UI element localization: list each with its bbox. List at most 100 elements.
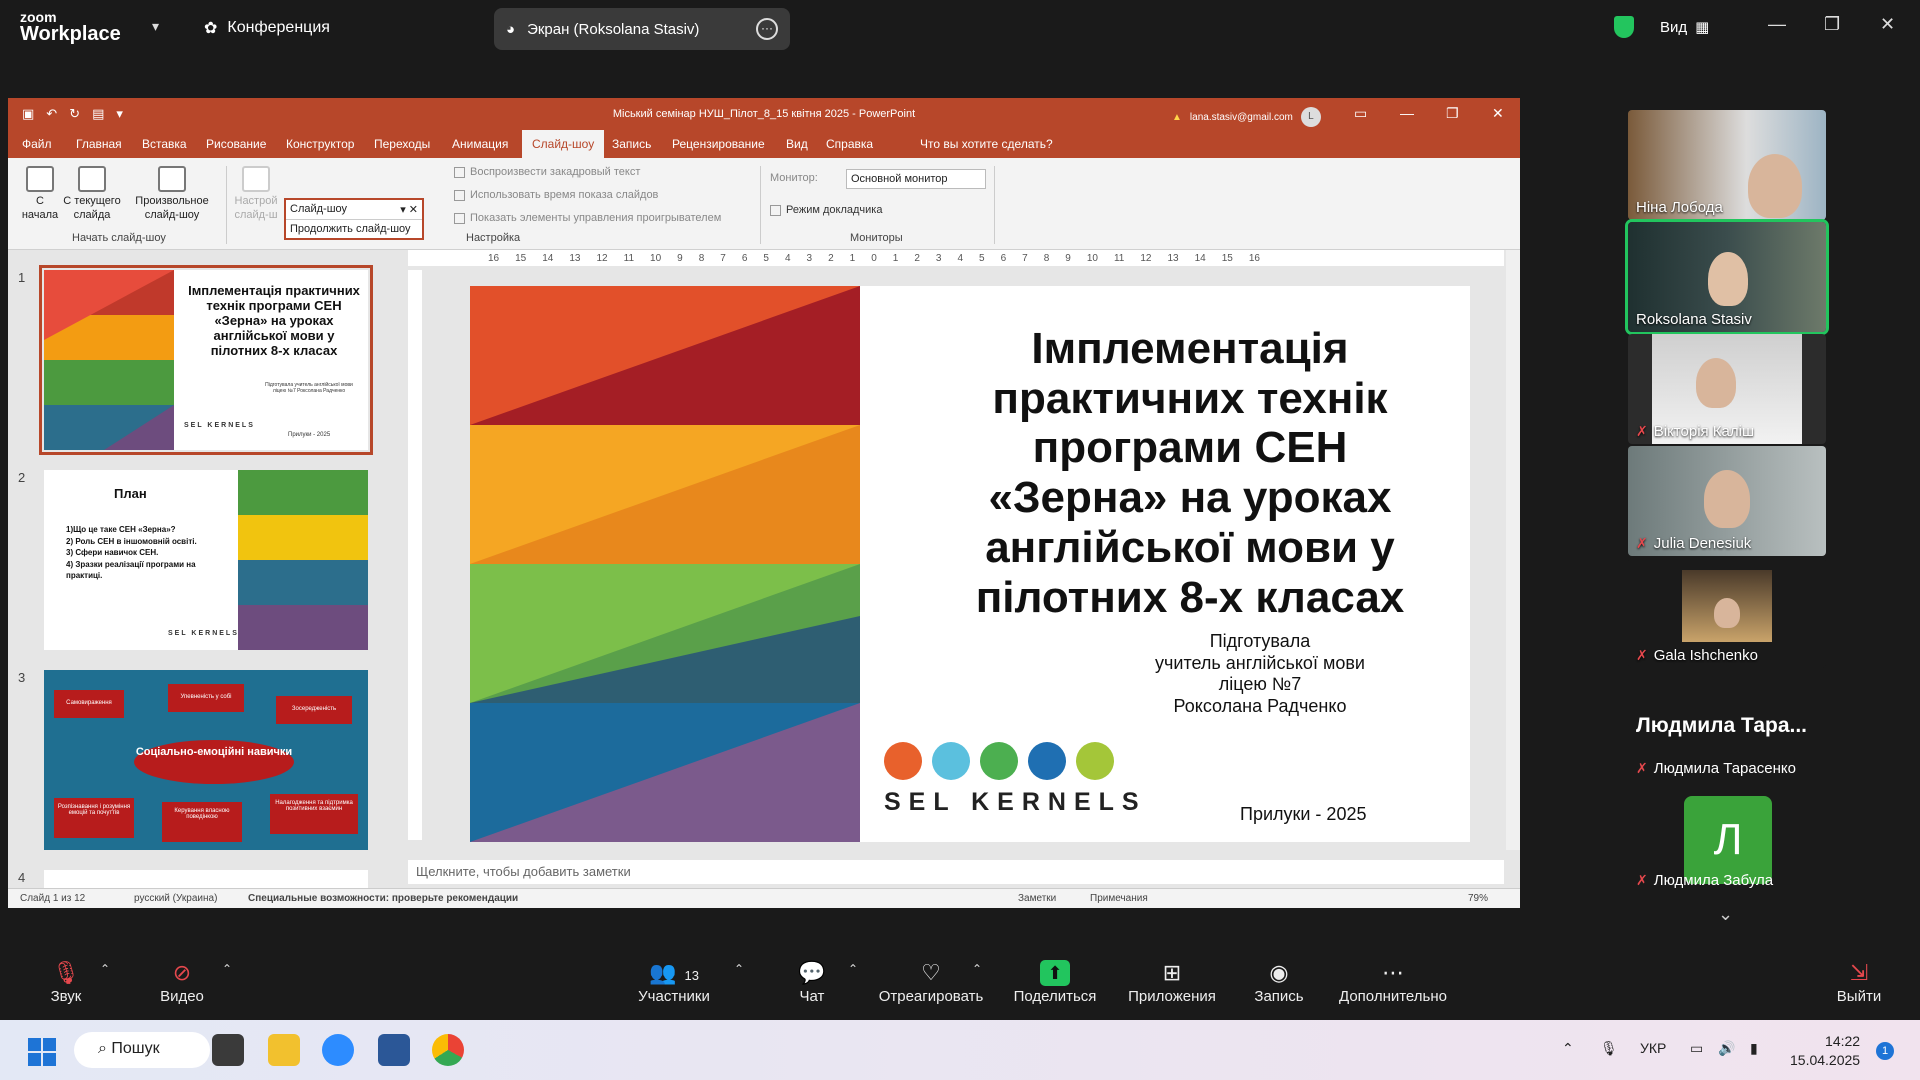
participant-tile-active[interactable]: Roksolana Stasiv	[1625, 219, 1829, 335]
tab-record[interactable]: Запись	[612, 137, 651, 151]
close-button[interactable]: ✕	[1880, 14, 1895, 35]
windows-start-icon[interactable]	[28, 1038, 56, 1066]
tell-me-search[interactable]: Что вы хотите сделать?	[920, 137, 1053, 151]
setup-show-button[interactable]: Настрой слайд-ш	[234, 166, 278, 223]
task-view-icon[interactable]	[212, 1034, 244, 1066]
leave-button[interactable]: ⇲ Выйти	[1834, 958, 1884, 1005]
thumb1-small: Підготувала учитель англійської мови ліц…	[265, 382, 353, 394]
chevron-up-icon[interactable]: ⌃	[100, 962, 110, 976]
volume-icon[interactable]: 🔊	[1718, 1040, 1735, 1057]
custom-show-button[interactable]: Произвольное слайд-шоу	[128, 166, 216, 223]
tab-slideshow[interactable]: Слайд-шоу	[522, 130, 605, 158]
tab-help[interactable]: Справка	[826, 137, 873, 151]
warning-icon: ▲	[1172, 111, 1182, 123]
chat-button[interactable]: 💬 Чат ⌃	[794, 958, 858, 1005]
security-shield-icon[interactable]	[1614, 16, 1634, 38]
dropdown-item-resume[interactable]: Продолжить слайд-шоу	[286, 220, 422, 238]
presenter-view-checkbox[interactable]: Режим докладчика	[770, 204, 882, 216]
chevron-up-icon[interactable]: ⌃	[222, 962, 232, 976]
participant-tile[interactable]: ✗ Вікторія Каліш	[1628, 334, 1826, 444]
thumbnail-slide-2[interactable]: План 1)Що це таке СЕН «Зерна»? 2) Роль С…	[44, 470, 368, 650]
status-comments-button[interactable]: Примечания	[1090, 893, 1148, 904]
tab-insert[interactable]: Вставка	[142, 137, 187, 151]
thumb-number: 3	[18, 670, 26, 685]
battery-icon[interactable]: ▮	[1750, 1040, 1758, 1057]
thumbnail-slide-3[interactable]: Соціально-емоційні навички Самовираження…	[44, 670, 368, 850]
tab-animation[interactable]: Анимация	[452, 137, 508, 151]
ppt-minimize-button[interactable]: —	[1400, 105, 1414, 121]
restore-button[interactable]: ❐	[1824, 14, 1840, 35]
record-button[interactable]: ◉ Запись	[1252, 958, 1306, 1005]
status-notes-button[interactable]: Заметки	[1018, 893, 1056, 904]
video-button[interactable]: ⊘ Видео ⌃	[158, 958, 232, 1005]
minimize-button[interactable]: —	[1768, 14, 1786, 35]
tab-design[interactable]: Конструктор	[286, 137, 354, 151]
chk-narration[interactable]: Воспроизвести закадровый текст	[454, 166, 640, 178]
chk-timings[interactable]: Использовать время показа слайдов	[454, 189, 658, 201]
status-slide-count: Слайд 1 из 12	[20, 893, 86, 904]
tab-view[interactable]: Вид	[786, 137, 808, 151]
status-accessibility[interactable]: Специальные возможности: проверьте реком…	[248, 893, 518, 904]
chevron-down-icon[interactable]: ▾	[152, 18, 159, 35]
monitor-select[interactable]: Основной монитор	[846, 169, 986, 189]
word-app-icon[interactable]	[378, 1034, 410, 1066]
participant-tile[interactable]: ✗ Gala Ishchenko	[1628, 558, 1826, 668]
tab-draw[interactable]: Рисование	[206, 137, 266, 151]
thumbnail-slide-1[interactable]: Імплементація практичних технік програми…	[39, 265, 373, 455]
tab-review[interactable]: Рецензирование	[672, 137, 765, 151]
ruler-tick: 3	[935, 252, 942, 264]
close-icon[interactable]: ▾ ✕	[400, 203, 418, 216]
thumbnail-slide-4[interactable]	[44, 870, 368, 888]
taskbar-clock[interactable]: 14:22 15.04.2025	[1790, 1032, 1860, 1070]
share-button[interactable]: ⬆ Поделиться	[1012, 958, 1098, 1005]
ppt-close-button[interactable]: ✕	[1492, 105, 1504, 122]
ribbon-display-icon[interactable]: ▭	[1354, 105, 1367, 122]
participant-tile[interactable]: ✗ Julia Denesiuk	[1628, 446, 1826, 556]
thumb2-item: 3) Сфери навичок СЕН.	[66, 548, 159, 558]
tray-chevron-icon[interactable]: ⌃	[1562, 1040, 1574, 1057]
tab-transitions[interactable]: Переходы	[374, 137, 430, 151]
more-options-icon[interactable]: ···	[756, 18, 778, 40]
chk-controls[interactable]: Показать элементы управления проигрывате…	[454, 212, 721, 224]
slideshow-dropdown[interactable]: Слайд-шоу ▾ ✕ Продолжить слайд-шоу	[284, 198, 424, 240]
from-start-button[interactable]: С начала	[16, 166, 64, 223]
from-current-button[interactable]: С текущего слайда	[60, 166, 124, 223]
account-area[interactable]: ▲ lana.stasiv@gmail.com L	[1172, 107, 1321, 127]
status-zoom-level[interactable]: 79%	[1468, 893, 1488, 904]
language-indicator[interactable]: УКР	[1640, 1040, 1666, 1056]
more-button[interactable]: ⋯ Дополнительно	[1336, 958, 1450, 1005]
network-icon[interactable]: ▭	[1690, 1040, 1703, 1057]
zoom-app-icon[interactable]	[322, 1034, 354, 1066]
taskbar-time: 14:22	[1825, 1033, 1861, 1049]
tab-home[interactable]: Главная	[76, 137, 122, 151]
participant-name-text: Gala Ishchenko	[1653, 647, 1758, 664]
notification-badge[interactable]: 1	[1876, 1042, 1894, 1060]
chevron-up-icon[interactable]: ⌃	[734, 962, 744, 976]
chevron-up-icon[interactable]: ⌃	[972, 962, 982, 976]
vertical-scrollbar[interactable]	[1506, 250, 1520, 850]
ppt-restore-button[interactable]: ❐	[1446, 105, 1459, 122]
chevron-down-icon[interactable]: ⌄	[1718, 904, 1733, 925]
audio-button[interactable]: 🎙 Звук ⌃	[46, 958, 110, 1005]
microphone-icon[interactable]: 🎙	[1600, 1040, 1618, 1057]
conference-menu[interactable]: ✿ Конференция	[204, 18, 330, 38]
participants-button[interactable]: 👥 13 Участники ⌃	[636, 958, 744, 1005]
slide-canvas[interactable]: Імплементація практичних технік програми…	[470, 286, 1470, 842]
participant-tile[interactable]: Ніна Лобода	[1628, 110, 1826, 220]
ppt-title-bar: ▣ ↶ ↻ ▤ ▾ Міський семінар НУШ_Пілот_8_15…	[8, 98, 1520, 130]
react-button[interactable]: ♡ Отреагировать ⌃	[878, 958, 984, 1005]
notes-pane[interactable]: Щелкните, чтобы добавить заметки	[408, 860, 1504, 884]
chevron-up-icon[interactable]: ⌃	[848, 962, 858, 976]
chrome-app-icon[interactable]	[432, 1034, 464, 1066]
view-button[interactable]: Вид ▦	[1660, 18, 1709, 37]
screen-share-indicator[interactable]: ◕ Экран (Roksolana Stasiv) ···	[494, 8, 790, 50]
participant-name-text: Ніна Лобода	[1636, 199, 1723, 216]
apps-button[interactable]: ⊞ Приложения	[1126, 958, 1218, 1005]
leave-icon: ⇲	[1849, 960, 1869, 985]
ruler-tick: 7	[1022, 252, 1028, 264]
status-language[interactable]: русский (Украина)	[134, 893, 217, 904]
participant-avatar[interactable]: Л	[1684, 796, 1772, 884]
file-explorer-icon[interactable]	[268, 1034, 300, 1066]
taskbar-search[interactable]: ⌕ Пошук	[74, 1032, 210, 1068]
tab-file[interactable]: Файл	[22, 137, 52, 151]
